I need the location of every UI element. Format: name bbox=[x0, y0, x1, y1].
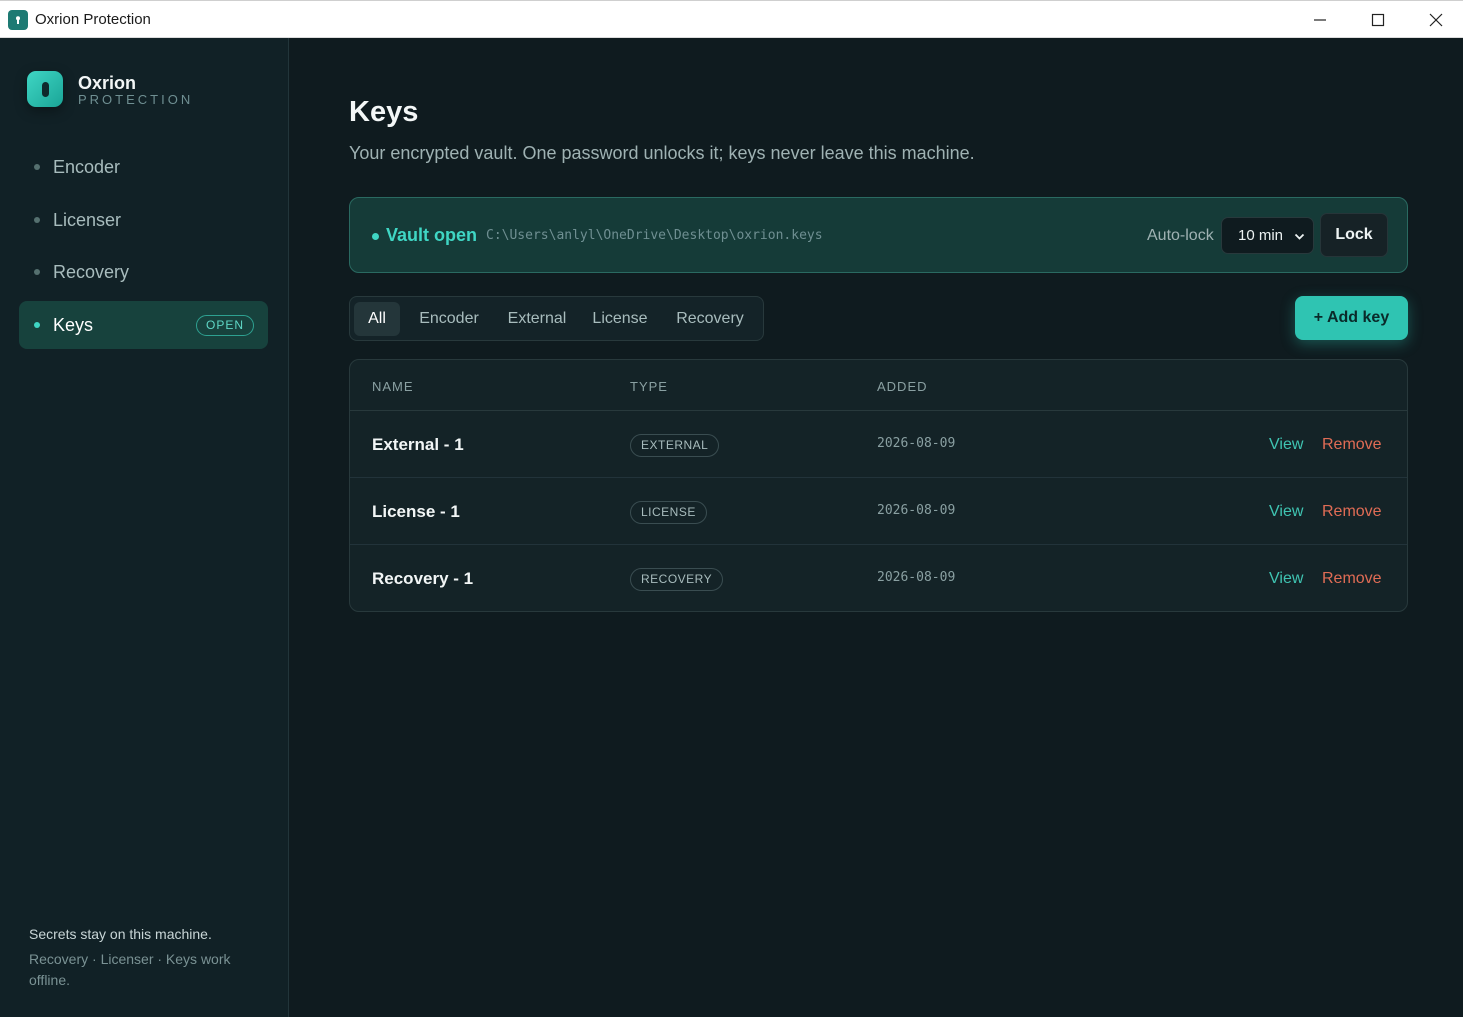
view-link[interactable]: View bbox=[1269, 436, 1303, 454]
column-header-added: ADDED bbox=[877, 379, 928, 394]
add-key-button[interactable]: + Add key bbox=[1295, 296, 1408, 340]
autolock-label: Auto-lock bbox=[1147, 227, 1214, 244]
column-header-name: NAME bbox=[372, 379, 414, 394]
bullet-icon bbox=[34, 269, 40, 275]
status-badge: OPEN bbox=[195, 315, 254, 336]
keys-table: NAME TYPE ADDED External - 1 EXTERNAL 20… bbox=[349, 359, 1408, 612]
key-type-tabs: All Encoder External License Recovery bbox=[349, 296, 764, 341]
sidebar: Oxrion PROTECTION Encoder Licenser Recov… bbox=[0, 38, 289, 1017]
maximize-button[interactable] bbox=[1349, 1, 1407, 38]
view-link[interactable]: View bbox=[1269, 503, 1303, 521]
brand-name: Oxrion bbox=[78, 73, 137, 93]
view-link[interactable]: View bbox=[1269, 570, 1303, 588]
page-subtitle: Your encrypted vault. One password unloc… bbox=[349, 143, 975, 163]
remove-link[interactable]: Remove bbox=[1322, 436, 1382, 454]
main-content: Keys Your encrypted vault. One password … bbox=[289, 38, 1463, 1017]
key-type-badge: EXTERNAL bbox=[630, 434, 720, 457]
vault-status-panel: Vault open C:\Users\anlyl\OneDrive\Deskt… bbox=[349, 197, 1408, 273]
tab-recovery[interactable]: Recovery bbox=[664, 302, 756, 336]
key-name: External - 1 bbox=[372, 435, 464, 454]
table-row: Recovery - 1 RECOVERY 2026-08-09 View Re… bbox=[350, 545, 1407, 611]
minimize-icon bbox=[1314, 18, 1326, 21]
window-title: Oxrion Protection bbox=[35, 11, 151, 28]
tab-encoder[interactable]: Encoder bbox=[409, 302, 489, 336]
close-icon bbox=[1429, 13, 1443, 26]
column-header-type: TYPE bbox=[630, 379, 668, 394]
close-button[interactable] bbox=[1407, 1, 1463, 38]
tab-license[interactable]: License bbox=[585, 302, 655, 336]
bullet-icon bbox=[34, 217, 40, 223]
autolock-select[interactable]: 10 min bbox=[1221, 217, 1314, 254]
key-name: Recovery - 1 bbox=[372, 569, 474, 588]
sidebar-footer-title: Secrets stay on this machine. bbox=[29, 926, 212, 942]
keyhole-icon bbox=[41, 81, 49, 97]
key-added-date: 2026-08-09 bbox=[877, 436, 956, 451]
sidebar-item-label: Recovery bbox=[53, 262, 130, 282]
minimize-button[interactable] bbox=[1291, 1, 1349, 38]
bullet-icon bbox=[34, 164, 40, 170]
maximize-icon bbox=[1371, 13, 1385, 26]
brand-subtitle: PROTECTION bbox=[78, 92, 194, 107]
tab-external[interactable]: External bbox=[498, 302, 576, 336]
window-titlebar: Oxrion Protection bbox=[0, 0, 1463, 38]
key-added-date: 2026-08-09 bbox=[877, 503, 956, 518]
status-dot-icon bbox=[372, 233, 379, 240]
sidebar-item-encoder[interactable]: Encoder bbox=[19, 143, 268, 191]
key-added-date: 2026-08-09 bbox=[877, 570, 956, 585]
bullet-icon bbox=[34, 322, 40, 328]
sidebar-item-keys[interactable]: Keys OPEN bbox=[19, 301, 268, 349]
vault-path: C:\Users\anlyl\OneDrive\Desktop\oxrion.k… bbox=[486, 228, 823, 243]
key-name: License - 1 bbox=[372, 502, 460, 521]
sidebar-item-licenser[interactable]: Licenser bbox=[19, 196, 268, 244]
lock-button[interactable]: Lock bbox=[1320, 213, 1388, 257]
sidebar-footer-note: Recovery · Licenser · Keys work offline. bbox=[29, 951, 231, 988]
key-type-badge: RECOVERY bbox=[630, 568, 724, 591]
tab-all[interactable]: All bbox=[354, 302, 400, 336]
key-type-badge: LICENSE bbox=[630, 501, 707, 524]
table-header: NAME TYPE ADDED bbox=[350, 360, 1407, 411]
table-row: License - 1 LICENSE 2026-08-09 View Remo… bbox=[350, 478, 1407, 545]
brand-logo bbox=[27, 71, 63, 107]
sidebar-item-recovery[interactable]: Recovery bbox=[19, 248, 268, 296]
remove-link[interactable]: Remove bbox=[1322, 570, 1382, 588]
sidebar-item-label: Licenser bbox=[53, 210, 122, 230]
sidebar-item-label: Keys bbox=[53, 315, 94, 335]
vault-status: Vault open bbox=[386, 225, 478, 245]
remove-link[interactable]: Remove bbox=[1322, 503, 1382, 521]
autolock-value: 10 min bbox=[1238, 227, 1284, 244]
page-title: Keys bbox=[349, 96, 419, 128]
chevron-down-icon bbox=[1294, 233, 1305, 240]
sidebar-item-label: Encoder bbox=[53, 157, 121, 177]
table-row: External - 1 EXTERNAL 2026-08-09 View Re… bbox=[350, 411, 1407, 478]
keyhole-icon bbox=[8, 10, 28, 30]
